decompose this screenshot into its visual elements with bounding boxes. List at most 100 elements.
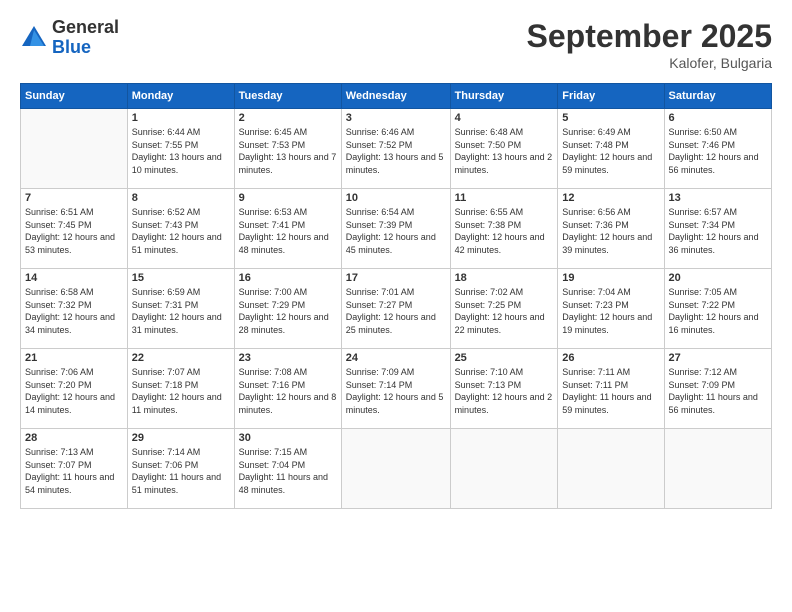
table-row: 18Sunrise: 7:02 AMSunset: 7:25 PMDayligh…	[450, 269, 558, 349]
table-row: 21Sunrise: 7:06 AMSunset: 7:20 PMDayligh…	[21, 349, 128, 429]
table-row: 8Sunrise: 6:52 AMSunset: 7:43 PMDaylight…	[127, 189, 234, 269]
table-row: 13 Sunrise: 6:57 AMSunset: 7:34 PMDayligh…	[664, 189, 771, 269]
day-number: 30	[239, 432, 337, 444]
table-row: 20 Sunrise: 7:05 AMSunset: 7:22 PMDayligh…	[664, 269, 771, 349]
day-number: 5	[562, 112, 659, 124]
table-row: 10 Sunrise: 6:54 AMSunset: 7:39 PMDayligh…	[341, 189, 450, 269]
day-number: 20	[669, 272, 767, 284]
day-info: Sunrise: 6:50 AMSunset: 7:46 PMDaylight:…	[669, 126, 767, 176]
location: Kalofer, Bulgaria	[527, 55, 772, 71]
day-info: Sunrise: 6:55 AMSunset: 7:38 PMDaylight:…	[455, 206, 554, 256]
table-row: 27Sunrise: 7:12 AMSunset: 7:09 PMDayligh…	[664, 349, 771, 429]
table-row: 24 Sunrise: 7:09 AMSunset: 7:14 PMDayligh…	[341, 349, 450, 429]
day-info: Sunrise: 6:59 AMSunset: 7:31 PMDaylight:…	[132, 286, 230, 336]
day-info: Sunrise: 7:05 AMSunset: 7:22 PMDaylight:…	[669, 286, 767, 336]
day-info: Sunrise: 6:46 AMSunset: 7:52 PMDaylight:…	[346, 126, 446, 176]
table-row: 11 Sunrise: 6:55 AMSunset: 7:38 PMDayligh…	[450, 189, 558, 269]
table-row: 29 Sunrise: 7:14 AMSunset: 7:06 PMDayligh…	[127, 429, 234, 509]
table-row: 15 Sunrise: 6:59 AMSunset: 7:31 PMDayligh…	[127, 269, 234, 349]
day-number: 29	[132, 432, 230, 444]
calendar-week-row: 21Sunrise: 7:06 AMSunset: 7:20 PMDayligh…	[21, 349, 772, 429]
col-thursday: Thursday	[450, 84, 558, 109]
logo-blue: Blue	[52, 38, 119, 58]
table-row: 30 Sunrise: 7:15 AMSunset: 7:04 PMDayligh…	[234, 429, 341, 509]
day-info: Sunrise: 7:01 AMSunset: 7:27 PMDaylight:…	[346, 286, 446, 336]
table-row	[341, 429, 450, 509]
table-row: 2 Sunrise: 6:45 AMSunset: 7:53 PMDaylight…	[234, 109, 341, 189]
col-tuesday: Tuesday	[234, 84, 341, 109]
day-number: 17	[346, 272, 446, 284]
day-info: Sunrise: 6:56 AMSunset: 7:36 PMDaylight:…	[562, 206, 659, 256]
day-info: Sunrise: 7:11 AMSunset: 7:11 PMDaylight:…	[562, 366, 659, 416]
day-number: 14	[25, 272, 123, 284]
day-number: 10	[346, 192, 446, 204]
day-info: Sunrise: 6:51 AMSunset: 7:45 PMDaylight:…	[25, 206, 123, 256]
table-row: 28 Sunrise: 7:13 AMSunset: 7:07 PMDayligh…	[21, 429, 128, 509]
day-number: 22	[132, 352, 230, 364]
day-number: 7	[25, 192, 123, 204]
calendar-week-row: 1Sunrise: 6:44 AMSunset: 7:55 PMDaylight…	[21, 109, 772, 189]
table-row	[450, 429, 558, 509]
day-number: 4	[455, 112, 554, 124]
day-number: 25	[455, 352, 554, 364]
table-row: 16Sunrise: 7:00 AMSunset: 7:29 PMDayligh…	[234, 269, 341, 349]
page: General Blue September 2025 Kalofer, Bul…	[0, 0, 792, 612]
table-row: 1Sunrise: 6:44 AMSunset: 7:55 PMDaylight…	[127, 109, 234, 189]
table-row: 25 Sunrise: 7:10 AMSunset: 7:13 PMDayligh…	[450, 349, 558, 429]
day-number: 15	[132, 272, 230, 284]
table-row: 17 Sunrise: 7:01 AMSunset: 7:27 PMDayligh…	[341, 269, 450, 349]
day-info: Sunrise: 6:53 AMSunset: 7:41 PMDaylight:…	[239, 206, 337, 256]
table-row: 4 Sunrise: 6:48 AMSunset: 7:50 PMDaylight…	[450, 109, 558, 189]
day-number: 6	[669, 112, 767, 124]
day-info: Sunrise: 7:12 AMSunset: 7:09 PMDaylight:…	[669, 366, 767, 416]
table-row: 14 Sunrise: 6:58 AMSunset: 7:32 PMDayligh…	[21, 269, 128, 349]
day-info: Sunrise: 7:04 AMSunset: 7:23 PMDaylight:…	[562, 286, 659, 336]
table-row: 23 Sunrise: 7:08 AMSunset: 7:16 PMDayligh…	[234, 349, 341, 429]
day-number: 28	[25, 432, 123, 444]
day-info: Sunrise: 6:57 AMSunset: 7:34 PMDaylight:…	[669, 206, 767, 256]
table-row: 19 Sunrise: 7:04 AMSunset: 7:23 PMDayligh…	[558, 269, 664, 349]
table-row: 26 Sunrise: 7:11 AMSunset: 7:11 PMDayligh…	[558, 349, 664, 429]
day-number: 19	[562, 272, 659, 284]
day-number: 8	[132, 192, 230, 204]
header: General Blue September 2025 Kalofer, Bul…	[20, 18, 772, 71]
table-row: 6 Sunrise: 6:50 AMSunset: 7:46 PMDaylight…	[664, 109, 771, 189]
day-info: Sunrise: 7:13 AMSunset: 7:07 PMDaylight:…	[25, 446, 123, 496]
table-row	[21, 109, 128, 189]
month-title: September 2025	[527, 18, 772, 55]
table-row: 3 Sunrise: 6:46 AMSunset: 7:52 PMDaylight…	[341, 109, 450, 189]
calendar-week-row: 7 Sunrise: 6:51 AMSunset: 7:45 PMDaylight…	[21, 189, 772, 269]
day-number: 23	[239, 352, 337, 364]
day-number: 11	[455, 192, 554, 204]
day-info: Sunrise: 7:07 AMSunset: 7:18 PMDaylight:…	[132, 366, 230, 416]
day-info: Sunrise: 7:08 AMSunset: 7:16 PMDaylight:…	[239, 366, 337, 416]
table-row: 7 Sunrise: 6:51 AMSunset: 7:45 PMDaylight…	[21, 189, 128, 269]
header-row: Sunday Monday Tuesday Wednesday Thursday…	[21, 84, 772, 109]
day-info: Sunrise: 6:48 AMSunset: 7:50 PMDaylight:…	[455, 126, 554, 176]
day-number: 9	[239, 192, 337, 204]
logo-text: General Blue	[52, 18, 119, 58]
table-row	[558, 429, 664, 509]
day-number: 13	[669, 192, 767, 204]
day-number: 24	[346, 352, 446, 364]
table-row	[664, 429, 771, 509]
logo-icon	[20, 24, 48, 52]
table-row: 5 Sunrise: 6:49 AMSunset: 7:48 PMDaylight…	[558, 109, 664, 189]
table-row: 9 Sunrise: 6:53 AMSunset: 7:41 PMDaylight…	[234, 189, 341, 269]
day-number: 3	[346, 112, 446, 124]
day-info: Sunrise: 7:09 AMSunset: 7:14 PMDaylight:…	[346, 366, 446, 416]
day-info: Sunrise: 7:14 AMSunset: 7:06 PMDaylight:…	[132, 446, 230, 496]
day-number: 2	[239, 112, 337, 124]
day-number: 26	[562, 352, 659, 364]
day-info: Sunrise: 6:58 AMSunset: 7:32 PMDaylight:…	[25, 286, 123, 336]
col-friday: Friday	[558, 84, 664, 109]
day-info: Sunrise: 6:54 AMSunset: 7:39 PMDaylight:…	[346, 206, 446, 256]
day-info: Sunrise: 6:45 AMSunset: 7:53 PMDaylight:…	[239, 126, 337, 176]
day-number: 21	[25, 352, 123, 364]
col-monday: Monday	[127, 84, 234, 109]
day-info: Sunrise: 6:49 AMSunset: 7:48 PMDaylight:…	[562, 126, 659, 176]
day-number: 16	[239, 272, 337, 284]
day-info: Sunrise: 7:10 AMSunset: 7:13 PMDaylight:…	[455, 366, 554, 416]
day-info: Sunrise: 7:15 AMSunset: 7:04 PMDaylight:…	[239, 446, 337, 496]
calendar-week-row: 28 Sunrise: 7:13 AMSunset: 7:07 PMDayligh…	[21, 429, 772, 509]
